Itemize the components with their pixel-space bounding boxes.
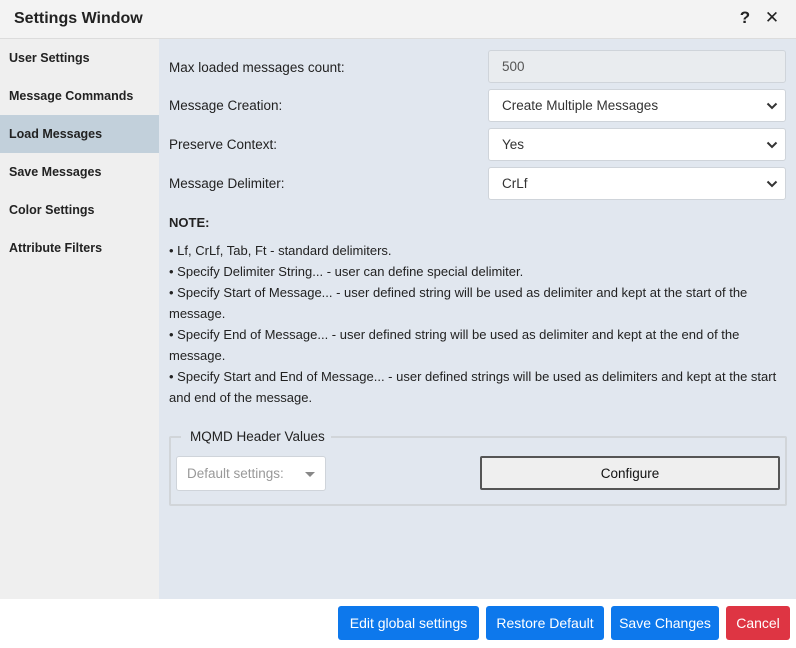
configure-button[interactable]: Configure bbox=[480, 456, 780, 490]
sidebar-item-message-commands[interactable]: Message Commands bbox=[0, 77, 159, 115]
chevron-down-icon bbox=[766, 180, 778, 188]
main-panel: Max loaded messages count: 500 Message C… bbox=[159, 39, 796, 599]
window-title: Settings Window bbox=[14, 10, 143, 27]
max-loaded-label: Max loaded messages count: bbox=[169, 60, 345, 75]
note-list: • Lf, CrLf, Tab, Ft - standard delimiter… bbox=[169, 240, 789, 408]
message-creation-select[interactable]: Create Multiple Messages bbox=[488, 89, 786, 122]
preserve-context-value: Yes bbox=[502, 137, 525, 152]
default-settings-dropdown[interactable]: Default settings: bbox=[176, 456, 326, 491]
message-creation-label: Message Creation: bbox=[169, 98, 283, 113]
cancel-button[interactable]: Cancel bbox=[726, 606, 790, 640]
message-delimiter-select[interactable]: CrLf bbox=[488, 167, 786, 200]
default-settings-placeholder: Default settings: bbox=[187, 466, 284, 481]
preserve-context-label: Preserve Context: bbox=[169, 137, 278, 152]
sidebar-item-attribute-filters[interactable]: Attribute Filters bbox=[0, 229, 159, 267]
max-loaded-input[interactable]: 500 bbox=[488, 50, 786, 83]
mqmd-legend: MQMD Header Values bbox=[181, 429, 331, 444]
message-delimiter-value: CrLf bbox=[502, 176, 528, 191]
edit-global-settings-button[interactable]: Edit global settings bbox=[338, 606, 479, 640]
footer-bar: Edit global settings Restore Default Sav… bbox=[0, 599, 796, 648]
note-title: NOTE: bbox=[169, 215, 210, 230]
sidebar-item-user-settings[interactable]: User Settings bbox=[0, 39, 159, 77]
help-icon[interactable]: ? bbox=[737, 8, 753, 28]
sidebar: User Settings Message Commands Load Mess… bbox=[0, 39, 159, 599]
preserve-context-select[interactable]: Yes bbox=[488, 128, 786, 161]
message-creation-value: Create Multiple Messages bbox=[502, 98, 659, 113]
save-changes-button[interactable]: Save Changes bbox=[611, 606, 719, 640]
restore-default-button[interactable]: Restore Default bbox=[486, 606, 604, 640]
note-line: • Specify Start and End of Message... - … bbox=[169, 369, 777, 405]
note-line: • Lf, CrLf, Tab, Ft - standard delimiter… bbox=[169, 243, 392, 258]
note-line: • Specify End of Message... - user defin… bbox=[169, 327, 740, 363]
sidebar-item-color-settings[interactable]: Color Settings bbox=[0, 191, 159, 229]
max-loaded-value: 500 bbox=[502, 59, 525, 74]
chevron-down-icon bbox=[766, 102, 778, 110]
message-delimiter-label: Message Delimiter: bbox=[169, 176, 285, 191]
close-icon[interactable]: ✕ bbox=[764, 8, 780, 28]
note-line: • Specify Delimiter String... - user can… bbox=[169, 264, 524, 279]
sidebar-item-load-messages[interactable]: Load Messages bbox=[0, 115, 159, 153]
caret-down-icon bbox=[305, 472, 315, 477]
title-bar: Settings Window ? ✕ bbox=[0, 0, 796, 39]
sidebar-item-save-messages[interactable]: Save Messages bbox=[0, 153, 159, 191]
chevron-down-icon bbox=[766, 141, 778, 149]
note-line: • Specify Start of Message... - user def… bbox=[169, 285, 748, 321]
